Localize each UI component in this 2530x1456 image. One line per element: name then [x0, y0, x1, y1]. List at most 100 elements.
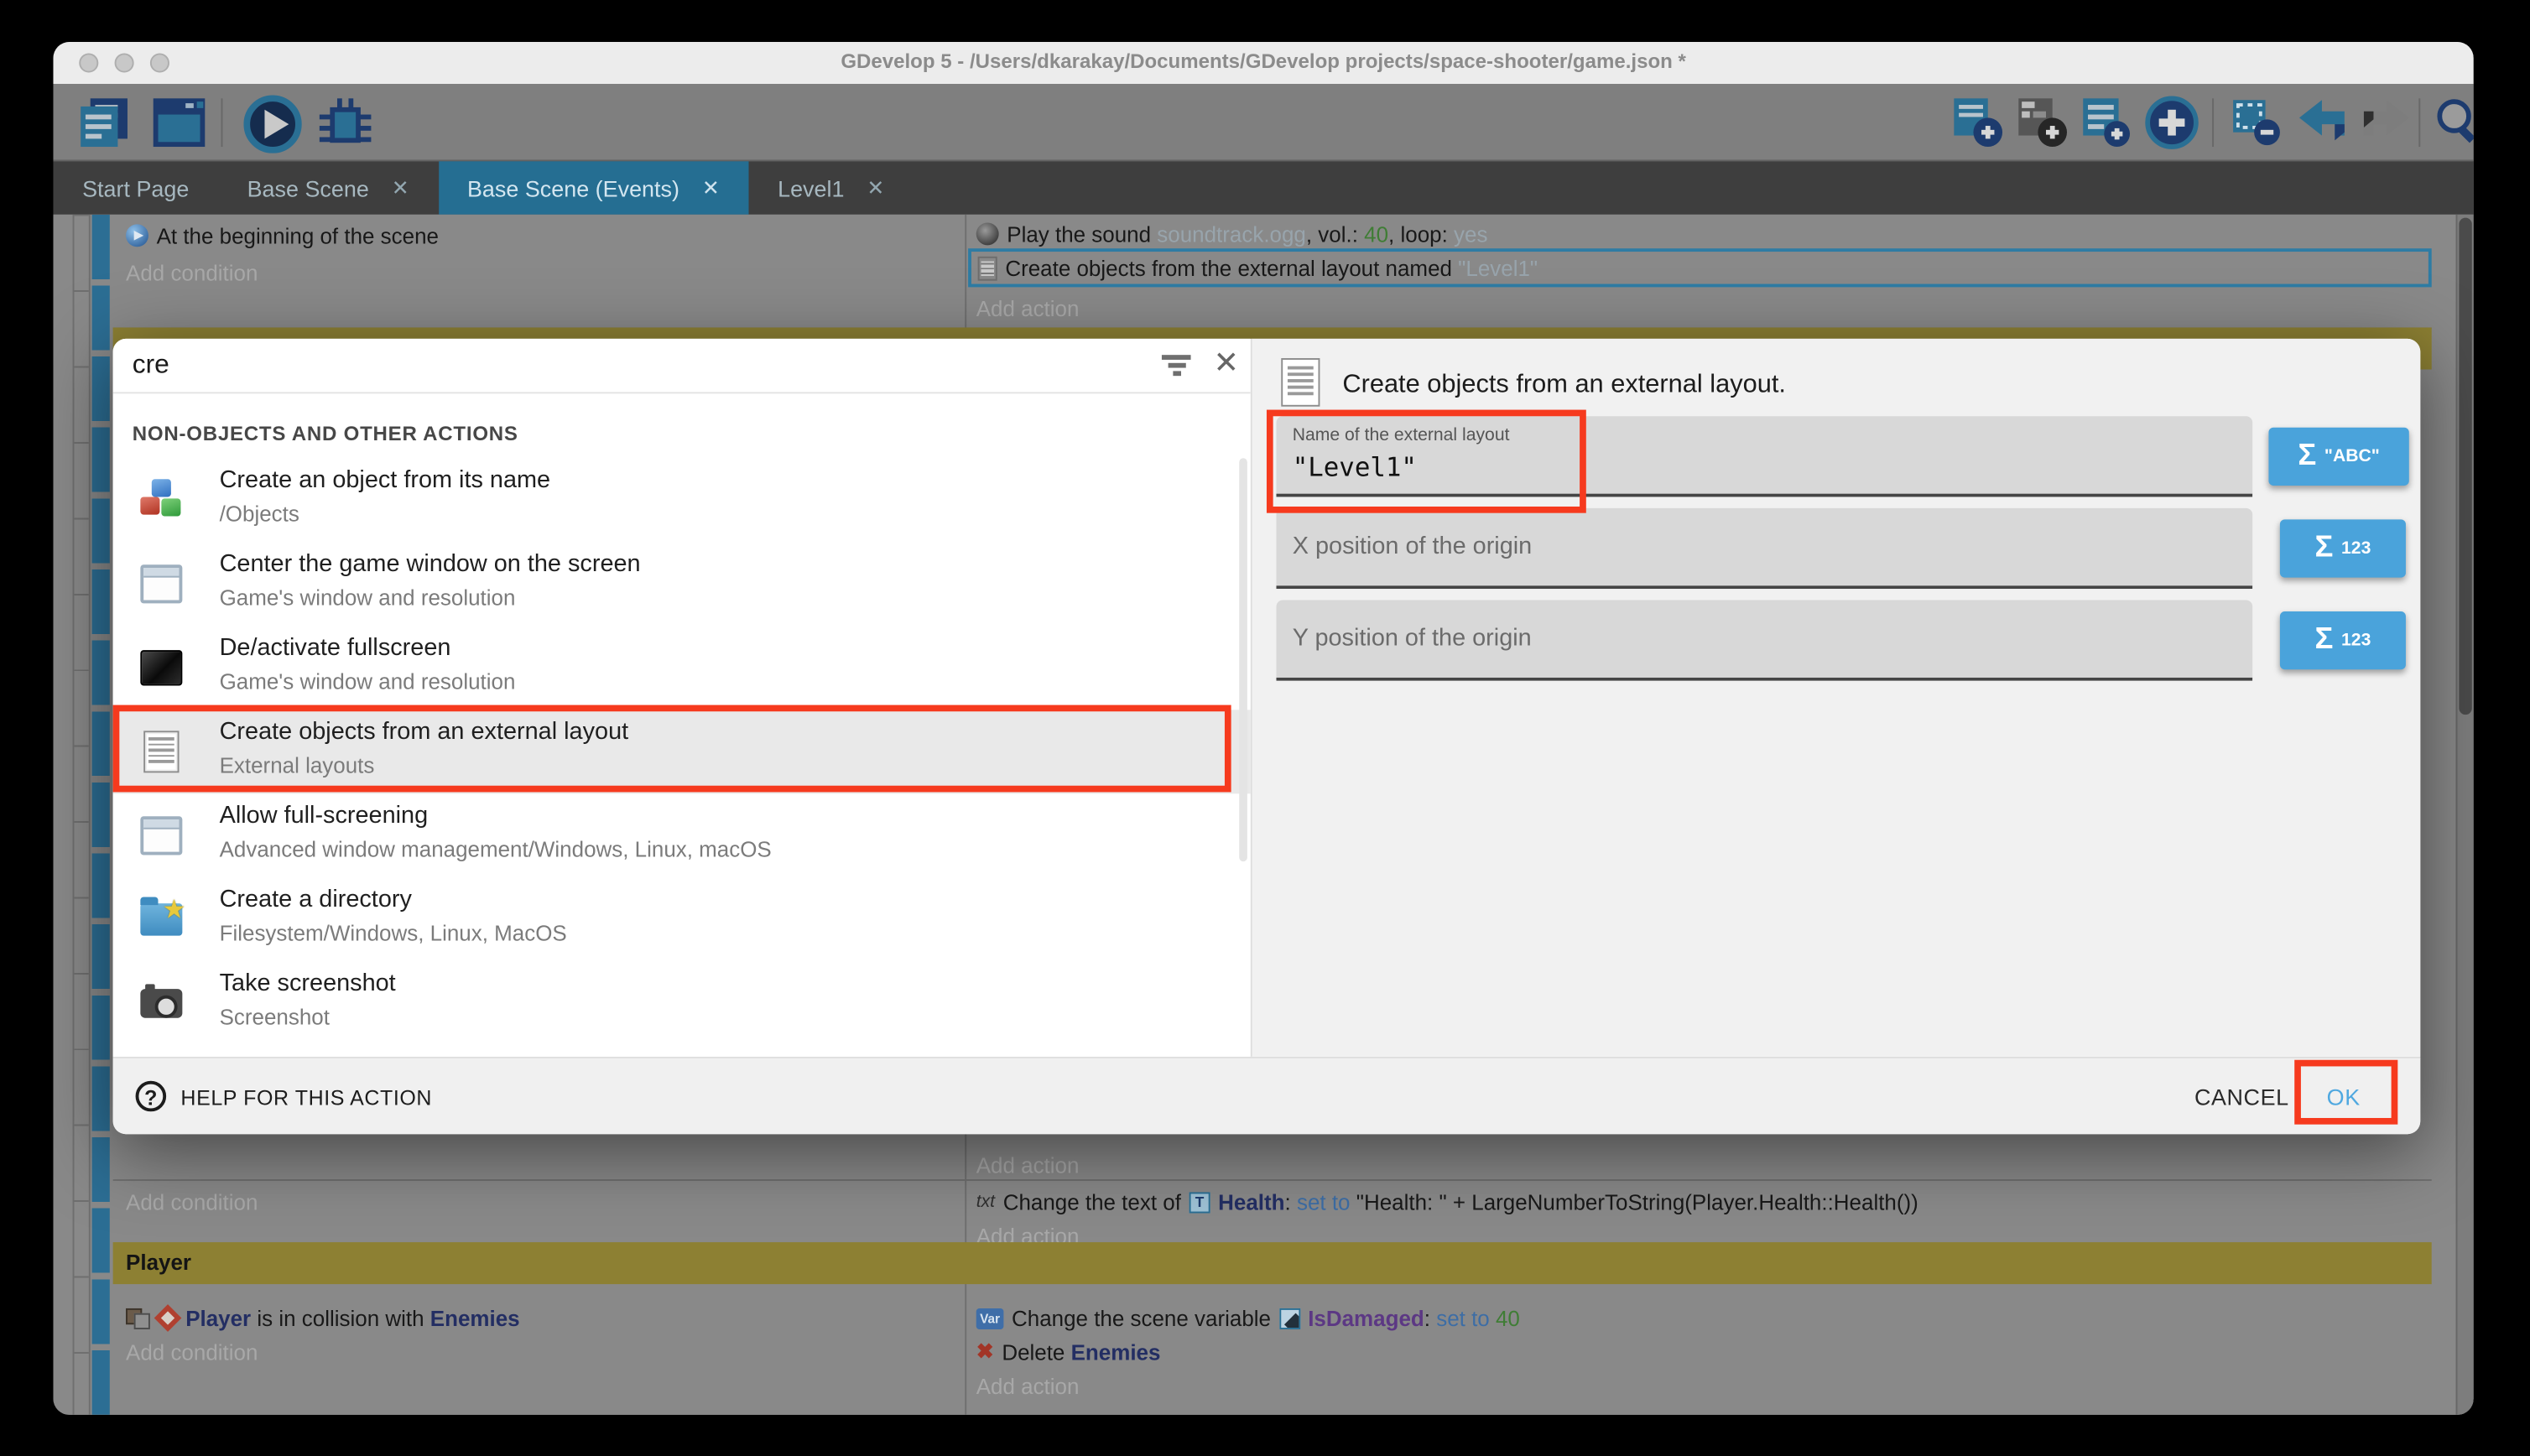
- list-item-fullscreen[interactable]: De/activate fullscreen Game's window and…: [113, 626, 1251, 710]
- redo-icon[interactable]: [2357, 95, 2415, 149]
- scene-editor-icon[interactable]: [150, 95, 208, 149]
- project-manager-icon[interactable]: [75, 95, 133, 149]
- instruction-editor-dialog: cre ✕ NON-OBJECTS AND OTHER ACTIONS Crea…: [113, 339, 2421, 1134]
- events-scrollbar[interactable]: [2456, 215, 2474, 1415]
- text-action-icon: txt: [976, 1192, 995, 1211]
- add-action-link[interactable]: Add action: [976, 1147, 1080, 1183]
- close-tab-icon[interactable]: ✕: [392, 175, 409, 201]
- tab-label: Start Page: [82, 175, 189, 201]
- toolbar-separator: [2212, 98, 2214, 147]
- debug-icon[interactable]: [315, 95, 376, 153]
- dialog-footer: ? HELP FOR THIS ACTION CANCEL OK: [113, 1057, 2421, 1134]
- section-player[interactable]: Player: [113, 1242, 2432, 1284]
- condition-collision[interactable]: Player is in collision with Enemies: [126, 1300, 520, 1335]
- field-label: Name of the external layout: [1293, 426, 1510, 445]
- search-input[interactable]: cre: [133, 350, 169, 381]
- delete-icon: ✖: [976, 1339, 994, 1365]
- tab-start-page[interactable]: Start Page: [53, 161, 217, 214]
- delete-selection-icon[interactable]: [2228, 95, 2283, 149]
- add-condition-link[interactable]: Add condition: [126, 255, 258, 290]
- tab-label: Base Scene: [247, 175, 369, 201]
- screen: GDevelop 5 - /Users/dkarakay/Documents/G…: [0, 0, 2530, 1456]
- tab-base-scene[interactable]: Base Scene ✕: [218, 161, 438, 214]
- action-chooser-pane: cre ✕ NON-OBJECTS AND OTHER ACTIONS Crea…: [113, 339, 1251, 1057]
- section-header: NON-OBJECTS AND OTHER ACTIONS: [133, 423, 518, 445]
- field-y-position[interactable]: Y position of the origin: [1276, 601, 2252, 681]
- window-icon: [138, 561, 184, 606]
- list-item-center-window[interactable]: Center the game window on the screen Gam…: [113, 542, 1251, 626]
- filter-icon[interactable]: [1162, 355, 1191, 377]
- field-placeholder: X position of the origin: [1293, 533, 1533, 560]
- search-icon[interactable]: [2432, 95, 2474, 153]
- list-item-create-from-external-layout[interactable]: Create objects from an external layout E…: [113, 710, 1251, 793]
- list-item-allow-fullscreen[interactable]: Allow full-screening Advanced window man…: [113, 793, 1251, 877]
- add-action-link[interactable]: Add action: [976, 1368, 1080, 1403]
- toolbar-separator: [2418, 98, 2420, 147]
- close-icon[interactable]: ✕: [1213, 346, 1239, 382]
- titlebar: GDevelop 5 - /Users/dkarakay/Documents/G…: [53, 42, 2473, 84]
- external-layout-icon: [138, 729, 184, 774]
- condition-at-beginning[interactable]: At the beginning of the scene: [126, 218, 439, 253]
- condition-text: Player is in collision with Enemies: [185, 1306, 519, 1330]
- add-subevent-icon[interactable]: [2015, 95, 2069, 149]
- external-layout-icon: [1281, 358, 1320, 407]
- search-bar[interactable]: cre ✕: [113, 339, 1251, 393]
- add-circle-icon[interactable]: [2144, 95, 2202, 153]
- external-layout-icon: [978, 256, 997, 280]
- action-play-sound[interactable]: Play the sound soundtrack.ogg, vol.: 40,…: [976, 216, 1488, 252]
- list-item-take-screenshot[interactable]: Take screenshot Screenshot: [113, 961, 1251, 1045]
- toolbar-separator: [221, 98, 223, 147]
- list-item-create-directory[interactable]: ★ Create a directory Filesystem/Windows,…: [113, 877, 1251, 961]
- close-tab-icon[interactable]: ✕: [702, 175, 720, 201]
- event-drag-handles[interactable]: [73, 215, 91, 1415]
- number-expression-button[interactable]: Σ 123: [2280, 611, 2406, 669]
- close-tab-icon[interactable]: ✕: [867, 175, 884, 201]
- create-object-icon: [138, 477, 184, 523]
- section-label: Player: [126, 1251, 191, 1275]
- event-indent-markers: [92, 215, 110, 1415]
- field-x-position[interactable]: X position of the origin: [1276, 508, 2252, 589]
- action-parameters-pane: Create objects from an external layout. …: [1251, 339, 2421, 1057]
- player-object-icon: [154, 1304, 182, 1332]
- tab-base-scene-events[interactable]: Base Scene (Events) ✕: [438, 161, 748, 214]
- scene-variable-icon: [1279, 1308, 1300, 1329]
- begin-of-scene-icon: [126, 224, 148, 247]
- action-text: Health: set to "Health: " + LargeNumberT…: [1218, 1190, 1918, 1214]
- list-item-create-object[interactable]: Create an object from its name /Objects: [113, 458, 1251, 542]
- undo-icon[interactable]: [2293, 95, 2350, 149]
- ok-button[interactable]: OK: [2327, 1084, 2361, 1110]
- string-expression-button[interactable]: Σ "ABC": [2268, 428, 2408, 486]
- add-condition-link[interactable]: Add condition: [126, 1184, 258, 1219]
- add-action-link[interactable]: Add action: [976, 290, 1080, 325]
- field-external-layout-name[interactable]: Name of the external layout "Level1": [1276, 416, 2252, 497]
- action-change-text[interactable]: txt Change the text of T Health: set to …: [976, 1184, 1918, 1219]
- app-window: GDevelop 5 - /Users/dkarakay/Documents/G…: [53, 42, 2473, 1415]
- tab-label: Level1: [778, 175, 844, 201]
- add-comment-icon[interactable]: [2080, 95, 2134, 149]
- fullscreen-icon: [138, 645, 184, 690]
- tab-label: Base Scene (Events): [467, 175, 679, 201]
- event-separator: [113, 1179, 2432, 1181]
- variable-icon: Var: [976, 1308, 1004, 1329]
- sigma-icon: Σ: [2314, 622, 2333, 658]
- speaker-icon: [976, 222, 999, 245]
- add-condition-link[interactable]: Add condition: [126, 1334, 258, 1370]
- field-value[interactable]: "Level1": [1293, 452, 1417, 483]
- toolbar: [53, 84, 2473, 161]
- number-expression-button[interactable]: Σ 123: [2280, 519, 2406, 577]
- scrollbar-thumb[interactable]: [2459, 218, 2471, 715]
- cancel-button[interactable]: CANCEL: [2194, 1084, 2289, 1110]
- help-icon[interactable]: ?: [136, 1081, 167, 1112]
- window-title: GDevelop 5 - /Users/dkarakay/Documents/G…: [53, 50, 2473, 73]
- play-button[interactable]: [243, 95, 305, 153]
- help-link[interactable]: HELP FOR THIS ACTION: [180, 1086, 432, 1110]
- action-create-external-layout-selected[interactable]: Create objects from the external layout …: [968, 248, 2432, 287]
- text-object-icon: T: [1190, 1192, 1210, 1213]
- list-scrollbar[interactable]: [1239, 458, 1247, 861]
- add-event-icon[interactable]: [1951, 95, 2006, 149]
- action-change-variable[interactable]: Var Change the scene variable IsDamaged:…: [976, 1300, 1520, 1335]
- sigma-icon: Σ: [2314, 531, 2333, 566]
- action-delete-enemies[interactable]: ✖ Delete Enemies: [976, 1334, 1161, 1370]
- tab-level1[interactable]: Level1 ✕: [748, 161, 914, 214]
- camera-icon: [138, 980, 184, 1026]
